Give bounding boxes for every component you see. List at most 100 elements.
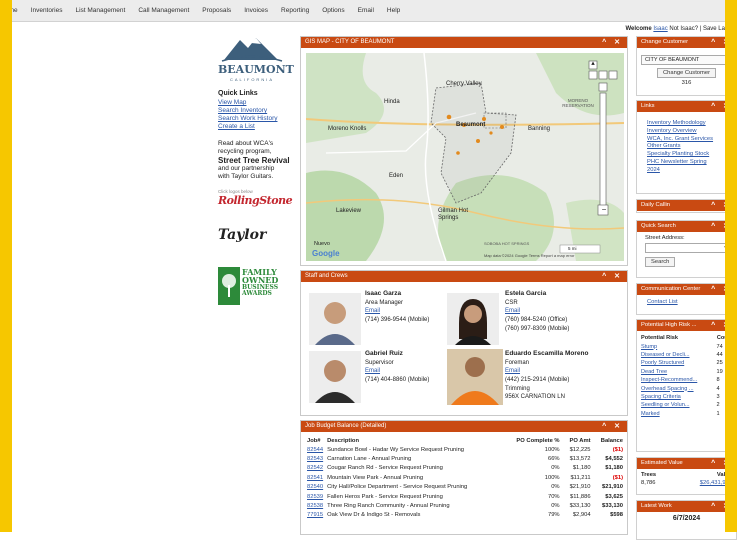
- change-customer-panel: Change Customer ^ ✕ CITY OF BEAUMONT ▾ C…: [636, 36, 737, 96]
- job-po-amount: $11,886: [570, 493, 591, 500]
- panel-header: Change Customer ^ ✕: [637, 37, 736, 48]
- map-label-moreno-reservation: MORENO RESERVATION: [562, 98, 594, 108]
- panel-controls[interactable]: ^ ✕: [602, 272, 623, 280]
- separator: |: [699, 26, 702, 32]
- change-customer-button[interactable]: Change Customer: [656, 68, 717, 78]
- person-name: Gabriel Ruiz: [365, 350, 403, 357]
- panel-controls[interactable]: ^ ✕: [602, 38, 623, 46]
- nav-list-management[interactable]: List Management: [75, 7, 125, 14]
- risk-link[interactable]: Spacing Criteria: [641, 394, 681, 400]
- person-email-link[interactable]: Email: [365, 368, 380, 374]
- risk-link[interactable]: Stump: [641, 344, 657, 350]
- zoom-out-icon[interactable]: −: [599, 206, 609, 214]
- risk-link[interactable]: Marked: [641, 411, 660, 417]
- table-row: Stump 74: [641, 342, 733, 350]
- risk-link[interactable]: Seedling or Volun...: [641, 402, 690, 408]
- panel-title: Change Customer: [641, 39, 689, 45]
- nav-help[interactable]: Help: [387, 7, 400, 14]
- links-panel: Links ^ ✕ Inventory Methodology Inventor…: [636, 100, 737, 194]
- link-create-list[interactable]: Create a List: [218, 123, 290, 130]
- street-address-input[interactable]: ▾: [645, 243, 731, 253]
- award-text: AWARDS: [242, 290, 272, 298]
- job-id-link[interactable]: 82544: [307, 447, 323, 453]
- person-email-link[interactable]: Email: [505, 368, 520, 374]
- nav-call-management[interactable]: Call Management: [138, 7, 189, 14]
- person-email-link[interactable]: Email: [365, 308, 380, 314]
- nav-email[interactable]: Email: [358, 7, 374, 14]
- nav-invoices[interactable]: Invoices: [244, 7, 268, 14]
- job-id-link[interactable]: 82542: [307, 465, 323, 471]
- link-phc-newsletter[interactable]: PHC Newsletter Spring: [647, 159, 732, 167]
- table-row: 82540 City Hall/Police Department - Servi…: [305, 483, 625, 492]
- family-business-award[interactable]: FAMILY OWNED BUSINESS AWARDS: [218, 266, 290, 305]
- job-po-amount: $11,211: [570, 474, 591, 481]
- map-label-banning: Banning: [528, 126, 551, 132]
- nav-proposals[interactable]: Proposals: [202, 7, 231, 14]
- link-phc-newsletter-year[interactable]: 2024: [647, 167, 732, 175]
- job-balance: $3,625: [605, 493, 623, 500]
- nav-reporting[interactable]: Reporting: [281, 7, 309, 14]
- risk-link[interactable]: Dead Tree: [641, 369, 667, 375]
- risk-link[interactable]: Poorly Structured: [641, 360, 684, 366]
- link-search-inventory[interactable]: Search Inventory: [218, 107, 290, 114]
- table-row: 82544 Sundance Bowl - Hadar Wy Service Re…: [305, 445, 625, 454]
- column-header: Job#: [307, 437, 321, 444]
- link-other-grants[interactable]: Other Grants: [647, 143, 732, 151]
- nav-inventories[interactable]: Inventories: [31, 7, 63, 14]
- brand-sub: CALIFORNIA: [229, 77, 274, 82]
- trees-count: 8,786: [641, 480, 656, 486]
- save-layout-link[interactable]: Save La: [703, 26, 725, 32]
- map-label-beaumont: Beaumont: [456, 122, 486, 128]
- job-id-link[interactable]: 82543: [307, 456, 323, 462]
- avatar-estela: [447, 293, 499, 345]
- job-balance: $1,180: [605, 465, 623, 472]
- map-label-soboba: SOBOBA HOT SPRINGS: [484, 241, 530, 246]
- left-column: BEAUMONT CALIFORNIA Quick Links View Map…: [218, 34, 294, 305]
- job-po-amount: $21,910: [569, 484, 591, 491]
- nav-options[interactable]: Options: [322, 7, 344, 14]
- job-balance: ($1): [612, 474, 623, 481]
- panel-title: Staff and Crews: [305, 273, 348, 279]
- link-search-work-history[interactable]: Search Work History: [218, 115, 290, 122]
- pan-up-icon[interactable]: ▴: [589, 60, 597, 68]
- job-description: City Hall/Police Department - Service Re…: [327, 484, 468, 491]
- job-id-link[interactable]: 82538: [307, 503, 323, 509]
- job-id-link[interactable]: 82541: [307, 475, 323, 481]
- customer-select[interactable]: CITY OF BEAUMONT ▾: [641, 55, 732, 65]
- map-canvas[interactable]: Cherry Valley Hinda Beaumont MORENO RESE…: [306, 53, 624, 261]
- panel-header: Latest Work ^ ✕: [637, 501, 736, 512]
- link-specialty-planting[interactable]: Specialty Planting Stock: [647, 151, 732, 159]
- panel-title: Potential High Risk ...: [641, 322, 697, 328]
- link-inventory-overview[interactable]: Inventory Overview: [647, 128, 732, 136]
- job-percent: 0%: [551, 465, 560, 472]
- map-terms-link[interactable]: Terms: [529, 253, 540, 258]
- panel-title: GIS MAP - CITY OF BEAUMONT: [305, 39, 395, 45]
- job-po-amount: $13,572: [569, 456, 591, 463]
- job-id-link[interactable]: 77915: [307, 512, 323, 518]
- link-grant-services[interactable]: WCA, Inc. Grant Services: [647, 136, 732, 144]
- quick-links: Quick Links View Map Search Inventory Se…: [218, 90, 290, 130]
- link-inventory-methodology[interactable]: Inventory Methodology: [647, 120, 732, 128]
- person-phone: (714) 404-8860 (Mobile): [365, 377, 430, 384]
- job-budget-panel: Job Budget Balance (Detailed) ^ ✕ Job# D…: [300, 420, 628, 535]
- link-view-map[interactable]: View Map: [218, 99, 290, 106]
- job-id-link[interactable]: 82539: [307, 494, 323, 500]
- map-label-eden: Eden: [389, 173, 404, 179]
- person-email-link[interactable]: Email: [505, 308, 520, 314]
- contact-list-link[interactable]: Contact List: [647, 299, 732, 307]
- risk-link[interactable]: Overhead Spacing ...: [641, 386, 694, 392]
- welcome-bar: Welcome Isaac Not Isaac? | Save La: [625, 26, 725, 32]
- job-description: Three Ring Ranch Community - Annual Prun…: [327, 503, 450, 510]
- job-id-link[interactable]: 82540: [307, 484, 323, 490]
- risk-link[interactable]: Diseased or Decli...: [641, 352, 690, 358]
- risk-link[interactable]: Inspect-Recommend...: [641, 377, 697, 383]
- panel-controls[interactable]: ^ ✕: [602, 422, 623, 430]
- taylor-logo[interactable]: Taylor: [218, 227, 290, 243]
- search-button[interactable]: Search: [645, 257, 676, 267]
- map-report-link[interactable]: Report a map error: [541, 253, 575, 258]
- gis-map-panel: GIS MAP - CITY OF BEAUMONT ^ ✕ Cherry Va…: [300, 36, 628, 266]
- welcome-user-link[interactable]: Isaac: [653, 26, 667, 32]
- rolling-stone-logo[interactable]: RollingStone: [218, 194, 293, 207]
- not-user-text: Not Isaac?: [669, 26, 699, 32]
- panel-header: Quick Search ^ ✕: [637, 221, 736, 232]
